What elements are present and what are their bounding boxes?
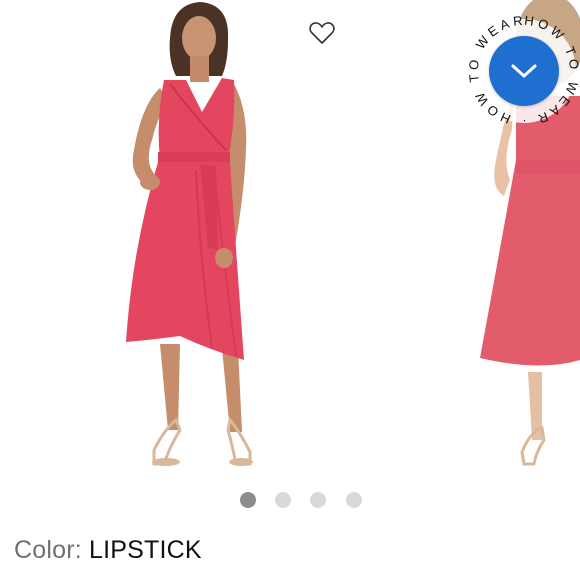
pagination-dot[interactable] bbox=[275, 492, 291, 508]
color-label: Color: bbox=[14, 536, 82, 564]
image-pagination bbox=[0, 492, 580, 508]
selected-color: Color: LIPSTICK bbox=[14, 536, 202, 565]
product-image-main bbox=[126, 2, 253, 466]
pagination-dot[interactable] bbox=[346, 492, 362, 508]
wishlist-button[interactable] bbox=[306, 18, 338, 48]
pagination-dot[interactable] bbox=[240, 492, 256, 508]
color-value: LIPSTICK bbox=[89, 536, 202, 564]
pagination-dot[interactable] bbox=[310, 492, 326, 508]
product-image-gallery[interactable]: HOW TO WEAR · HOW TO WEAR · bbox=[0, 0, 580, 480]
how-to-wear-button[interactable] bbox=[489, 36, 559, 106]
heart-outline-icon bbox=[309, 22, 335, 44]
chevron-down-icon bbox=[511, 64, 537, 78]
